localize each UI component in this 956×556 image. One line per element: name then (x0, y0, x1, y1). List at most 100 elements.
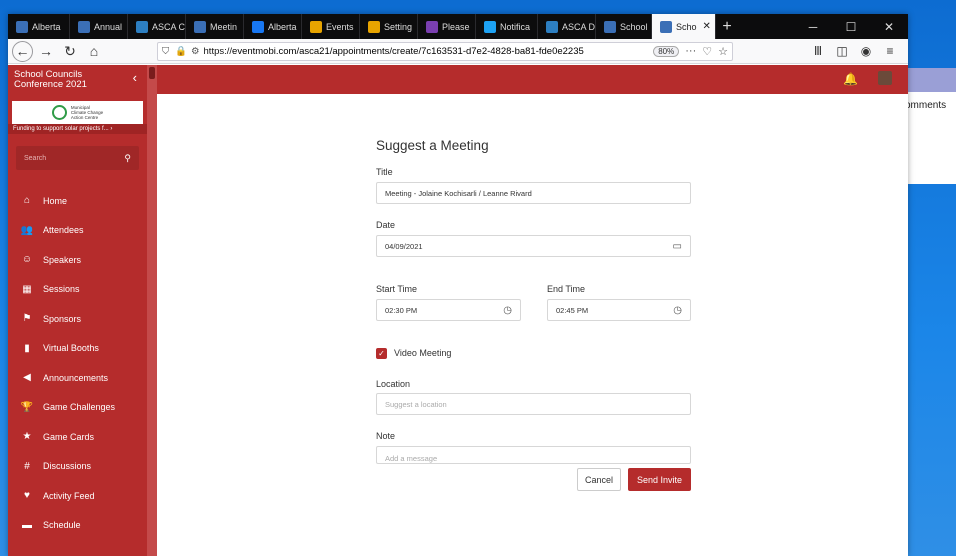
sidebar-item-announcements[interactable]: ◀ Announcements (8, 363, 147, 393)
start-time-value: 02:30 PM (385, 305, 418, 315)
close-tab-icon[interactable]: ✕ (703, 21, 711, 32)
browser-tab[interactable]: Scho ✕ (652, 14, 716, 39)
pocket-icon[interactable]: ♡ (702, 45, 712, 58)
cancel-button[interactable]: Cancel (577, 468, 621, 491)
sidebar-toggle-icon[interactable]: ◫ (830, 44, 854, 58)
sidebar-item-home[interactable]: ⌂ Home (8, 186, 147, 216)
browser-tab[interactable]: Notifica (476, 14, 538, 39)
search-icon[interactable]: ⚲ (124, 153, 131, 164)
end-time-field[interactable]: 02:45 PM ◷ (547, 299, 691, 321)
start-time-field[interactable]: 02:30 PM ◷ (376, 299, 521, 321)
date-value: 04/09/2021 (385, 241, 423, 251)
sponsor-logo[interactable]: Municipal Climate Change Action Centre (12, 101, 143, 124)
sidebar-item-game-challenges[interactable]: 🏆 Game Challenges (8, 393, 147, 423)
browser-tab[interactable]: Meetin (186, 14, 244, 39)
browser-tab[interactable]: School (596, 14, 652, 39)
reload-button[interactable]: ↻ (59, 40, 81, 62)
page-actions-icon[interactable]: ··· (685, 45, 696, 57)
sidebar-item-activity-feed[interactable]: ♥ Activity Feed (8, 481, 147, 511)
navigation-bar: ← → ↻ ⌂ ⛉ 🔒 ⚙ https://eventmobi.com/asca… (8, 39, 908, 64)
browser-tab[interactable]: Events (302, 14, 360, 39)
tab-icon (136, 20, 148, 33)
sidebar-item-label: Virtual Booths (43, 343, 99, 354)
search-placeholder: Search (24, 154, 47, 162)
user-avatar[interactable] (878, 71, 892, 85)
speaker-icon: ☺ (21, 254, 33, 266)
account-icon[interactable]: ◉ (854, 44, 878, 58)
forward-button[interactable]: → (35, 40, 57, 62)
note-field[interactable]: Add a message (376, 446, 691, 464)
twitter-icon (484, 20, 496, 33)
browser-tab[interactable]: Alberta (244, 14, 302, 39)
title-label: Title (376, 167, 393, 177)
app-header: 🔔 (157, 65, 908, 94)
sponsor-promo-link[interactable]: Funding to support solar projects f... › (8, 124, 147, 134)
library-icon[interactable]: Ⅲ (806, 44, 830, 58)
location-field[interactable]: Suggest a location (376, 393, 691, 415)
bookmark-star-icon[interactable]: ☆ (718, 45, 728, 58)
close-icon[interactable]: ✕ (870, 20, 908, 34)
video-meeting-checkbox[interactable]: ✓ (376, 348, 387, 359)
tab-label: Alberta (268, 21, 297, 32)
sidebar-item-label: Game Cards (43, 431, 95, 442)
new-tab-button[interactable]: + (716, 18, 738, 36)
browser-tab[interactable]: Annual (70, 14, 128, 39)
sidebar-item-speakers[interactable]: ☺ Speakers (8, 245, 147, 275)
sidebar-search[interactable]: Search ⚲ (16, 146, 139, 170)
back-button[interactable]: ← (12, 40, 33, 62)
sidebar-item-schedule[interactable]: ▬ Schedule (8, 511, 147, 541)
sidebar-item-label: Home (43, 195, 68, 206)
sidebar-item-discussions[interactable]: # Discussions (8, 452, 147, 482)
home-button[interactable]: ⌂ (83, 40, 105, 62)
permissions-icon[interactable]: ⚙ (191, 46, 200, 57)
clock-icon[interactable]: ◷ (503, 305, 512, 316)
sidebar-item-game-cards[interactable]: ★ Game Cards (8, 422, 147, 452)
sidebar-item-label: Schedule (43, 520, 81, 531)
background-window-titlebar (900, 68, 956, 92)
sidebar-item-label: Game Challenges (43, 402, 116, 413)
sidebar-item-sponsors[interactable]: ⚑ Sponsors (8, 304, 147, 334)
sidebar-item-sessions[interactable]: ▦ Sessions (8, 275, 147, 305)
tab-bar: Alberta Annual ASCA C Meetin Alberta Events Se… (8, 14, 908, 39)
title-field[interactable]: Meeting - Jolaine Kochisarli / Leanne Ri… (376, 182, 691, 204)
attendees-icon: 👥 (20, 224, 34, 236)
sessions-icon: ▦ (22, 283, 32, 295)
background-window[interactable]: omments (900, 92, 956, 184)
collapse-chevron-icon[interactable]: ‹ (133, 71, 137, 84)
menu-icon[interactable]: ≡ (878, 44, 902, 58)
browser-tab[interactable]: ASCA C (128, 14, 186, 39)
location-placeholder: Suggest a location (385, 399, 447, 409)
maximize-icon[interactable]: ☐ (832, 20, 870, 34)
browser-tab[interactable]: Alberta (8, 14, 70, 39)
sidebar-item-label: Discussions (43, 461, 92, 472)
date-field[interactable]: 04/09/2021 ▭ (376, 235, 691, 257)
end-time-value: 02:45 PM (556, 305, 589, 315)
sigma-icon (368, 20, 380, 33)
lock-icon[interactable]: 🔒 (175, 46, 187, 57)
star-icon: ★ (22, 431, 32, 443)
sidebar-scrollbar[interactable] (147, 65, 157, 556)
minimize-icon[interactable]: ─ (794, 20, 832, 34)
browser-tab[interactable]: ASCA D (538, 14, 596, 39)
scrollbar-thumb[interactable] (149, 67, 155, 79)
send-invite-button[interactable]: Send Invite (628, 468, 691, 491)
address-bar[interactable]: ⛉ 🔒 ⚙ https://eventmobi.com/asca21/appoi… (157, 41, 733, 61)
sidebar-item-virtual-booths[interactable]: ▮ Virtual Booths (8, 334, 147, 364)
browser-tab[interactable]: Please (418, 14, 476, 39)
browser-tab[interactable]: Setting (360, 14, 418, 39)
tab-label: Setting (384, 21, 413, 32)
tab-label: Notifica (500, 21, 531, 32)
shield-icon[interactable]: ⛉ (162, 46, 169, 57)
tab-label: Meetin (210, 21, 238, 32)
zoom-indicator[interactable]: 80% (653, 45, 680, 57)
tab-icon (426, 20, 438, 33)
notification-bell-icon[interactable]: 🔔 (843, 72, 858, 86)
start-time-label: Start Time (376, 284, 418, 294)
clock-icon[interactable]: ◷ (673, 305, 682, 316)
flag-icon: ⚑ (22, 313, 32, 325)
url-prefix: https:// (203, 45, 233, 57)
sidebar-item-attendees[interactable]: 👥 Attendees (8, 216, 147, 246)
home-icon: ⌂ (23, 195, 31, 207)
app-sidebar: School Councils Conference 2021 ‹ Municip… (8, 65, 147, 556)
calendar-icon[interactable]: ▭ (673, 241, 682, 252)
